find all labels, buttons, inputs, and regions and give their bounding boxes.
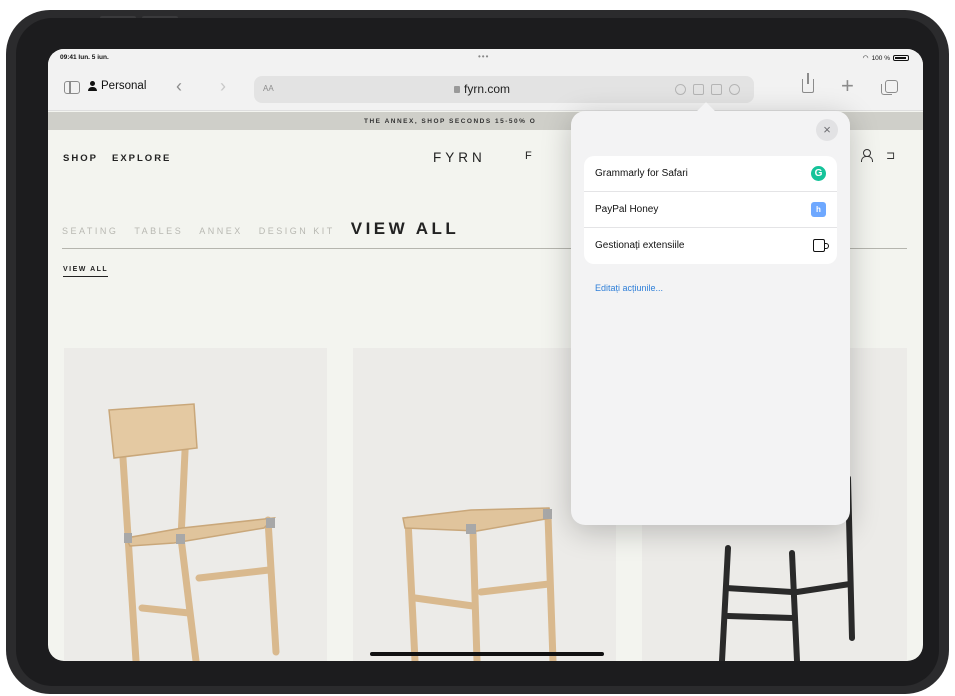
promo-text: THE ANNEX, SHOP SECONDS 15-50% O [364,118,537,125]
tab-annex[interactable]: ANNEX [199,226,243,236]
battery-icon [893,55,909,61]
extension-label: PayPal Honey [595,204,659,215]
address-bar[interactable]: AA fyrn.com [254,76,754,103]
extension-icons [675,84,740,95]
url-text: fyrn.com [464,82,511,96]
extension-item-honey[interactable]: PayPal Honey h [584,192,837,228]
cart-icon[interactable]: ⊐ [886,149,895,162]
edit-actions-link[interactable]: Editați acțiunile... [595,283,663,293]
extension-item-grammarly[interactable]: Grammarly for Safari G [584,156,837,192]
battery-percent: 100 % [871,54,890,62]
status-bar: 09:41 lun. 5 iun. ••• ◠ 100 % [48,49,923,67]
site-logo[interactable]: FYRN [433,150,486,165]
forward-icon[interactable]: › [220,76,226,97]
honey-icon: h [811,202,826,217]
screen: 09:41 lun. 5 iun. ••• ◠ 100 % Personal ‹… [48,49,923,661]
product-card[interactable] [64,348,327,661]
tab-design-kit[interactable]: DESIGN KIT [259,226,335,236]
profile-button[interactable]: Personal [88,80,146,92]
profile-label: Personal [101,80,147,92]
reload-icon[interactable] [729,84,740,95]
back-icon[interactable]: ‹ [176,76,182,97]
wifi-icon: ◠ [862,55,869,62]
tab-seating[interactable]: SEATING [62,226,118,236]
honey-toolbar-icon[interactable] [693,84,704,95]
safari-toolbar: Personal ‹ › AA fyrn.com + [48,67,923,111]
grammarly-toolbar-icon[interactable] [675,84,686,95]
home-indicator[interactable] [370,652,604,656]
nav-shop[interactable]: SHOP [63,153,98,164]
extensions-list: Grammarly for Safari G PayPal Honey h Ge… [584,156,837,264]
person-icon [88,81,97,91]
extensions-toolbar-icon[interactable] [711,84,722,95]
dining-chair-image [108,403,280,661]
text-size-button[interactable]: AA [263,84,274,93]
extension-label: Gestionați extensiile [595,240,685,251]
nav-explore[interactable]: EXPLORE [112,153,171,164]
tab-tables[interactable]: TABLES [134,226,183,236]
sidebar-toggle-icon[interactable] [64,81,80,94]
account-icon[interactable] [861,149,873,162]
category-tabs: SEATING TABLES ANNEX DESIGN KIT VIEW ALL [62,219,459,247]
tabs-overview-icon[interactable] [881,80,898,95]
url-display[interactable]: fyrn.com [454,82,510,96]
manage-extensions-icon [813,239,829,252]
share-icon[interactable] [802,73,814,93]
extensions-popover: × Grammarly for Safari G PayPal Honey h … [571,102,850,525]
grammarly-icon: G [811,166,826,181]
lock-icon [454,86,460,93]
new-tab-icon[interactable]: + [841,73,854,99]
status-time: 09:41 lun. 5 iun. [60,54,109,61]
status-right: ◠ 100 % [862,54,909,62]
tab-view-all[interactable]: VIEW ALL [351,219,460,239]
manage-extensions-item[interactable]: Gestionați extensiile [584,228,837,264]
view-all-link[interactable]: VIEW ALL [63,266,109,277]
extension-label: Grammarly for Safari [595,168,688,179]
close-icon[interactable]: × [816,119,838,141]
multitasking-dots-icon[interactable]: ••• [478,52,489,61]
flag-icon[interactable]: F [525,150,532,162]
